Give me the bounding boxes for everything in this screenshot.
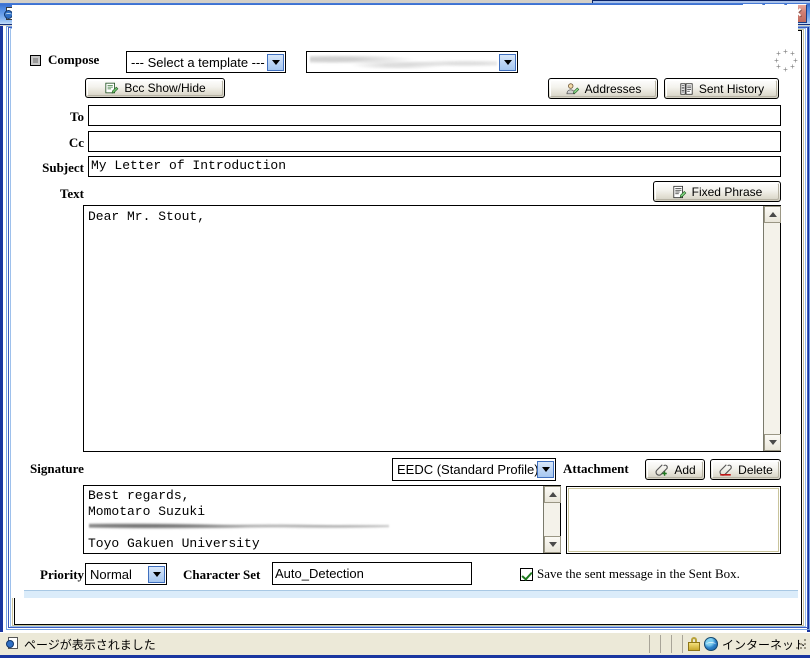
chevron-down-icon[interactable]: [148, 565, 165, 583]
fixed-phrase-icon: [673, 185, 686, 198]
secondary-select-redacted: [310, 55, 497, 69]
signature-redacted-line: [89, 520, 389, 532]
scroll-down-icon[interactable]: [544, 536, 561, 553]
status-divider: [648, 635, 650, 653]
attachment-delete-icon: [719, 463, 732, 476]
history-list-icon: [680, 82, 693, 95]
save-sent-row[interactable]: Save the sent message in the Sent Box.: [520, 566, 740, 582]
compose-form: Compose --- Select a template --- + + + …: [12, 5, 798, 598]
save-sent-checkbox[interactable]: [520, 567, 533, 581]
page-icon: [6, 637, 20, 651]
priority-select-value: Normal: [90, 566, 132, 582]
cc-label: Cc: [68, 135, 84, 150]
scroll-down-icon[interactable]: [764, 434, 781, 451]
signature-line-2: Momotaro Suzuki: [88, 504, 206, 519]
lock-icon: [687, 637, 700, 651]
action-button-bar: Preview Save Template Save Draft: [24, 590, 798, 598]
cc-input[interactable]: [88, 131, 781, 152]
bcc-show-hide-button[interactable]: Bcc Show/Hide: [85, 78, 225, 98]
compose-label: Compose: [48, 52, 100, 67]
attachment-add-button[interactable]: Add: [645, 459, 705, 480]
message-body-textarea[interactable]: Dear Mr. Stout,: [83, 205, 781, 452]
scroll-up-icon[interactable]: [764, 206, 781, 223]
resize-grip[interactable]: [796, 639, 808, 651]
secondary-select[interactable]: [306, 51, 518, 73]
globe-icon: [703, 637, 718, 651]
status-message: ページが表示されました: [24, 637, 156, 652]
attachment-label: Attachment: [563, 461, 629, 476]
status-message-area: ページが表示されました: [6, 636, 644, 653]
status-divider: [659, 635, 661, 653]
signature-label: Signature: [30, 461, 84, 476]
security-zone-label: インターネット: [721, 637, 806, 652]
subject-label: Subject: [42, 160, 84, 175]
attachment-add-label: Add: [674, 462, 696, 477]
security-zone-area: インターネット: [687, 636, 806, 653]
compose-header: Compose: [30, 52, 99, 68]
to-input[interactable]: [88, 105, 781, 126]
chevron-down-icon[interactable]: [499, 53, 516, 71]
message-body-text: Dear Mr. Stout,: [88, 209, 206, 224]
bcc-button-label: Bcc Show/Hide: [124, 81, 206, 95]
compose-section-icon: [30, 54, 41, 66]
attachment-list[interactable]: [566, 486, 781, 554]
signature-select[interactable]: EEDC (Standard Profile): [392, 458, 556, 481]
charset-input[interactable]: Auto_Detection: [272, 562, 472, 585]
signature-line-1: Best regards,: [88, 488, 190, 503]
scroll-up-icon[interactable]: [544, 486, 561, 503]
attachment-delete-button[interactable]: Delete: [710, 459, 781, 480]
loading-spinner-icon: + + + + + + + +: [774, 47, 798, 74]
signature-textarea[interactable]: Best regards, Momotaro Suzuki Toyo Gakue…: [83, 485, 561, 554]
chevron-down-icon[interactable]: [267, 53, 284, 71]
attachment-delete-label: Delete: [738, 462, 773, 477]
address-book-icon: [566, 82, 579, 94]
edit-note-icon: [105, 82, 119, 94]
fixed-phrase-label: Fixed Phrase: [691, 184, 763, 199]
addresses-button[interactable]: Addresses: [548, 78, 658, 99]
charset-label: Character Set: [183, 567, 261, 582]
priority-select[interactable]: Normal: [85, 563, 167, 585]
signature-scrollbar[interactable]: [543, 486, 561, 553]
template-select-value: --- Select a template ---: [131, 54, 265, 70]
attachment-add-icon: [655, 463, 669, 476]
addresses-button-label: Addresses: [584, 81, 642, 96]
subject-input[interactable]: My Letter of Introduction: [88, 156, 781, 177]
template-select[interactable]: --- Select a template ---: [126, 51, 286, 73]
sent-history-button[interactable]: Sent History: [664, 78, 779, 99]
status-bar: ページが表示されました インターネット: [0, 632, 810, 658]
save-sent-label: Save the sent message in the Sent Box.: [537, 566, 740, 581]
browser-window: https://wmt Active! mail - Microsoft Int…: [0, 0, 810, 658]
status-divider: [681, 635, 683, 653]
chevron-down-icon[interactable]: [537, 461, 554, 478]
signature-select-value: EEDC (Standard Profile): [397, 462, 537, 477]
status-divider: [670, 635, 672, 653]
sent-history-button-label: Sent History: [698, 81, 765, 96]
body-scrollbar[interactable]: [763, 206, 781, 451]
to-label: To: [70, 109, 84, 124]
signature-line-4: Toyo Gakuen University: [88, 536, 260, 551]
fixed-phrase-button[interactable]: Fixed Phrase: [653, 181, 781, 202]
text-label: Text: [59, 186, 84, 201]
